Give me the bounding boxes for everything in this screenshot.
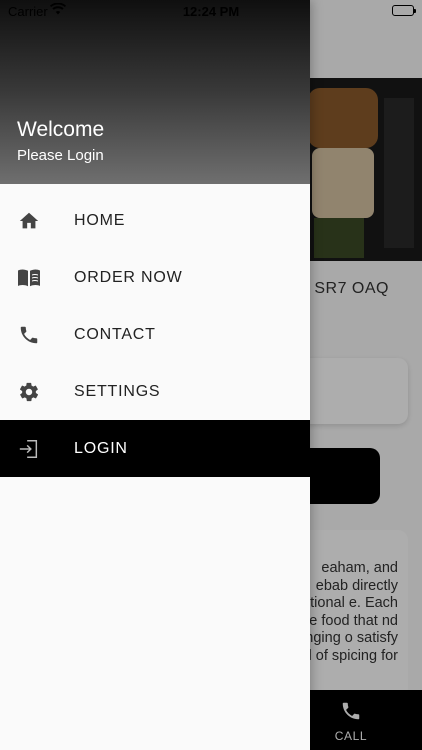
menu-item-login[interactable]: LOGIN [0, 420, 310, 477]
welcome-title: Welcome [17, 118, 105, 141]
menu-item-label: ORDER NOW [74, 268, 183, 286]
status-time: 12:24 PM [182, 4, 240, 19]
status-bar: Carrier 12:24 PM [0, 0, 422, 22]
phone-icon [17, 323, 41, 347]
home-icon [17, 209, 41, 233]
drawer-menu: HOME ORDER NOW CONTACT SETTINGS LOGIN [0, 192, 310, 477]
login-prompt: Please Login [17, 147, 104, 164]
menu-item-label: LOGIN [74, 439, 128, 457]
navigation-drawer: Welcome Please Login HOME ORDER NOW CONT… [0, 0, 310, 750]
login-icon [17, 437, 41, 461]
menu-item-label: HOME [74, 211, 126, 229]
battery-icon [392, 5, 416, 16]
menu-item-order-now[interactable]: ORDER NOW [0, 249, 310, 306]
gear-icon [17, 380, 41, 404]
drawer-header: Welcome Please Login [0, 0, 310, 184]
menu-item-label: SETTINGS [74, 382, 161, 400]
menu-item-settings[interactable]: SETTINGS [0, 363, 310, 420]
menu-book-icon [17, 266, 41, 290]
menu-item-contact[interactable]: CONTACT [0, 306, 310, 363]
menu-item-label: CONTACT [74, 325, 156, 343]
menu-item-home[interactable]: HOME [0, 192, 310, 249]
